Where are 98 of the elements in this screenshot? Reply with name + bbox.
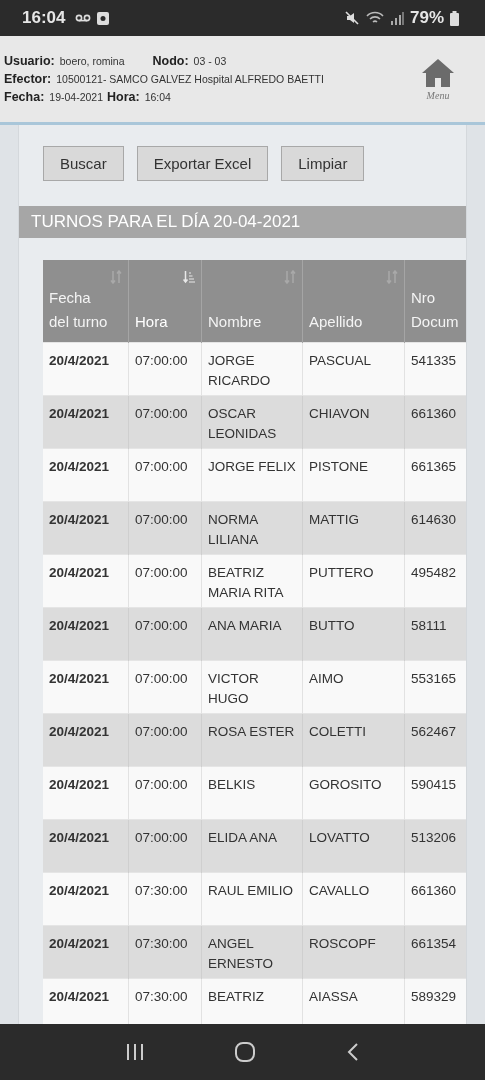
table-cell: BELKIS — [201, 766, 303, 820]
recent-apps-icon[interactable] — [124, 1043, 145, 1061]
table-cell: RAUL EMILIO — [201, 872, 303, 926]
field-value: 16:04 — [144, 91, 171, 103]
table-cell: CHIAVON — [302, 395, 405, 449]
field-label: Fecha: — [4, 90, 45, 104]
home-icon[interactable] — [421, 57, 455, 88]
table-cell: 20/4/2021 — [43, 395, 129, 449]
battery-percentage: 79% — [409, 8, 444, 28]
column-header[interactable]: Hora — [128, 260, 202, 343]
table-cell: ROSCOPF — [302, 925, 405, 979]
table-cell: 07:00:00 — [128, 713, 202, 767]
table-cell: 07:00:00 — [128, 607, 202, 661]
action-button[interactable]: Exportar Excel — [136, 146, 269, 181]
status-time: 16:04 — [22, 8, 66, 28]
wifi-icon — [365, 11, 384, 25]
table-cell: 20/4/2021 — [43, 713, 129, 767]
table-cell: 20/4/2021 — [43, 660, 129, 714]
table-cell: PASCUAL — [302, 342, 405, 396]
table-cell: 07:00:00 — [128, 501, 202, 555]
table-cell: 495482 — [404, 554, 466, 608]
table-cell: NORMA LILIANA — [201, 501, 303, 555]
table-cell: 07:00:00 — [128, 448, 202, 502]
field-label: Hora: — [107, 90, 140, 104]
table-cell: BEATRIZ — [201, 978, 303, 1024]
table-cell: JORGE FELIX — [201, 448, 303, 502]
table-cell: 20/4/2021 — [43, 607, 129, 661]
action-button[interactable]: Buscar — [43, 146, 124, 181]
field-label: Usuario: — [4, 54, 55, 68]
table-cell: 07:30:00 — [128, 872, 202, 926]
table-cell: ANGEL ERNESTO — [201, 925, 303, 979]
section-title: TURNOS PARA EL DÍA 20-04-2021 — [19, 206, 466, 238]
sort-descending-icon[interactable] — [183, 270, 195, 284]
table-cell: ANA MARIA — [201, 607, 303, 661]
table-cell: ROSA ESTER — [201, 713, 303, 767]
table-cell: PUTTERO — [302, 554, 405, 608]
column-header[interactable]: Apellido — [302, 260, 405, 343]
column-header[interactable]: Fecha del turno — [43, 260, 129, 343]
table-cell: 07:00:00 — [128, 554, 202, 608]
table-cell: 553165 — [404, 660, 466, 714]
table-cell: COLETTI — [302, 713, 405, 767]
table-cell: 20/4/2021 — [43, 448, 129, 502]
table-cell: 07:00:00 — [128, 660, 202, 714]
table-cell: BEATRIZ MARIA RITA — [201, 554, 303, 608]
voicemail-icon — [75, 13, 92, 23]
table-cell: 20/4/2021 — [43, 819, 129, 873]
field-label: Nodo: — [152, 54, 189, 68]
table-cell: 614630 — [404, 501, 466, 555]
table-cell: 07:00:00 — [128, 342, 202, 396]
field-value: boero, romina — [59, 55, 125, 67]
mute-icon — [343, 10, 360, 26]
table-cell: 20/4/2021 — [43, 925, 129, 979]
field-value: 19-04-2021 — [49, 91, 103, 103]
field-value: 10500121- SAMCO GALVEZ Hospital ALFREDO BAETTI — [56, 73, 324, 85]
table-cell: 20/4/2021 — [43, 766, 129, 820]
field-label: Efector: — [4, 72, 52, 86]
table-cell: AIASSA — [302, 978, 405, 1024]
table-cell: 20/4/2021 — [43, 501, 129, 555]
table-cell: 661360 — [404, 872, 466, 926]
column-header[interactable]: Nro Docum — [404, 260, 466, 343]
table-cell: CAVALLO — [302, 872, 405, 926]
table-cell: ELIDA ANA — [201, 819, 303, 873]
table-cell: 661360 — [404, 395, 466, 449]
table-cell: BUTTO — [302, 607, 405, 661]
table-cell: MATTIG — [302, 501, 405, 555]
table-cell: 20/4/2021 — [43, 978, 129, 1024]
table-cell: 590415 — [404, 766, 466, 820]
table-cell: 07:30:00 — [128, 978, 202, 1024]
back-icon[interactable] — [346, 1042, 361, 1062]
table-cell: PISTONE — [302, 448, 405, 502]
table-cell: JORGE RICARDO — [201, 342, 303, 396]
action-button[interactable]: Limpiar — [281, 146, 365, 181]
table-cell: 513206 — [404, 819, 466, 873]
table-cell: 20/4/2021 — [43, 554, 129, 608]
column-header[interactable]: Nombre — [201, 260, 303, 343]
table-cell: LOVATTO — [302, 819, 405, 873]
table-cell: 20/4/2021 — [43, 872, 129, 926]
table-cell: 07:00:00 — [128, 395, 202, 449]
home-button-icon[interactable] — [234, 1041, 257, 1063]
table-cell: 58111 — [404, 607, 466, 661]
table-cell: 07:30:00 — [128, 925, 202, 979]
signal-icon — [389, 11, 404, 25]
table-cell: 661365 — [404, 448, 466, 502]
table-cell: 661354 — [404, 925, 466, 979]
table-cell: AIMO — [302, 660, 405, 714]
battery-icon — [450, 10, 459, 26]
table-cell: 541335 — [404, 342, 466, 396]
table-cell: 20/4/2021 — [43, 342, 129, 396]
menu-label[interactable]: Menu — [426, 89, 450, 101]
table-cell: GOROSITO — [302, 766, 405, 820]
table-cell: VICTOR HUGO — [201, 660, 303, 714]
table-cell: 07:00:00 — [128, 819, 202, 873]
table-cell: 07:00:00 — [128, 766, 202, 820]
table-cell: 562467 — [404, 713, 466, 767]
app-notification-icon — [97, 11, 110, 25]
field-value: 03 - 03 — [193, 55, 227, 67]
table-cell: 589329 — [404, 978, 466, 1024]
table-cell: OSCAR LEONIDAS — [201, 395, 303, 449]
